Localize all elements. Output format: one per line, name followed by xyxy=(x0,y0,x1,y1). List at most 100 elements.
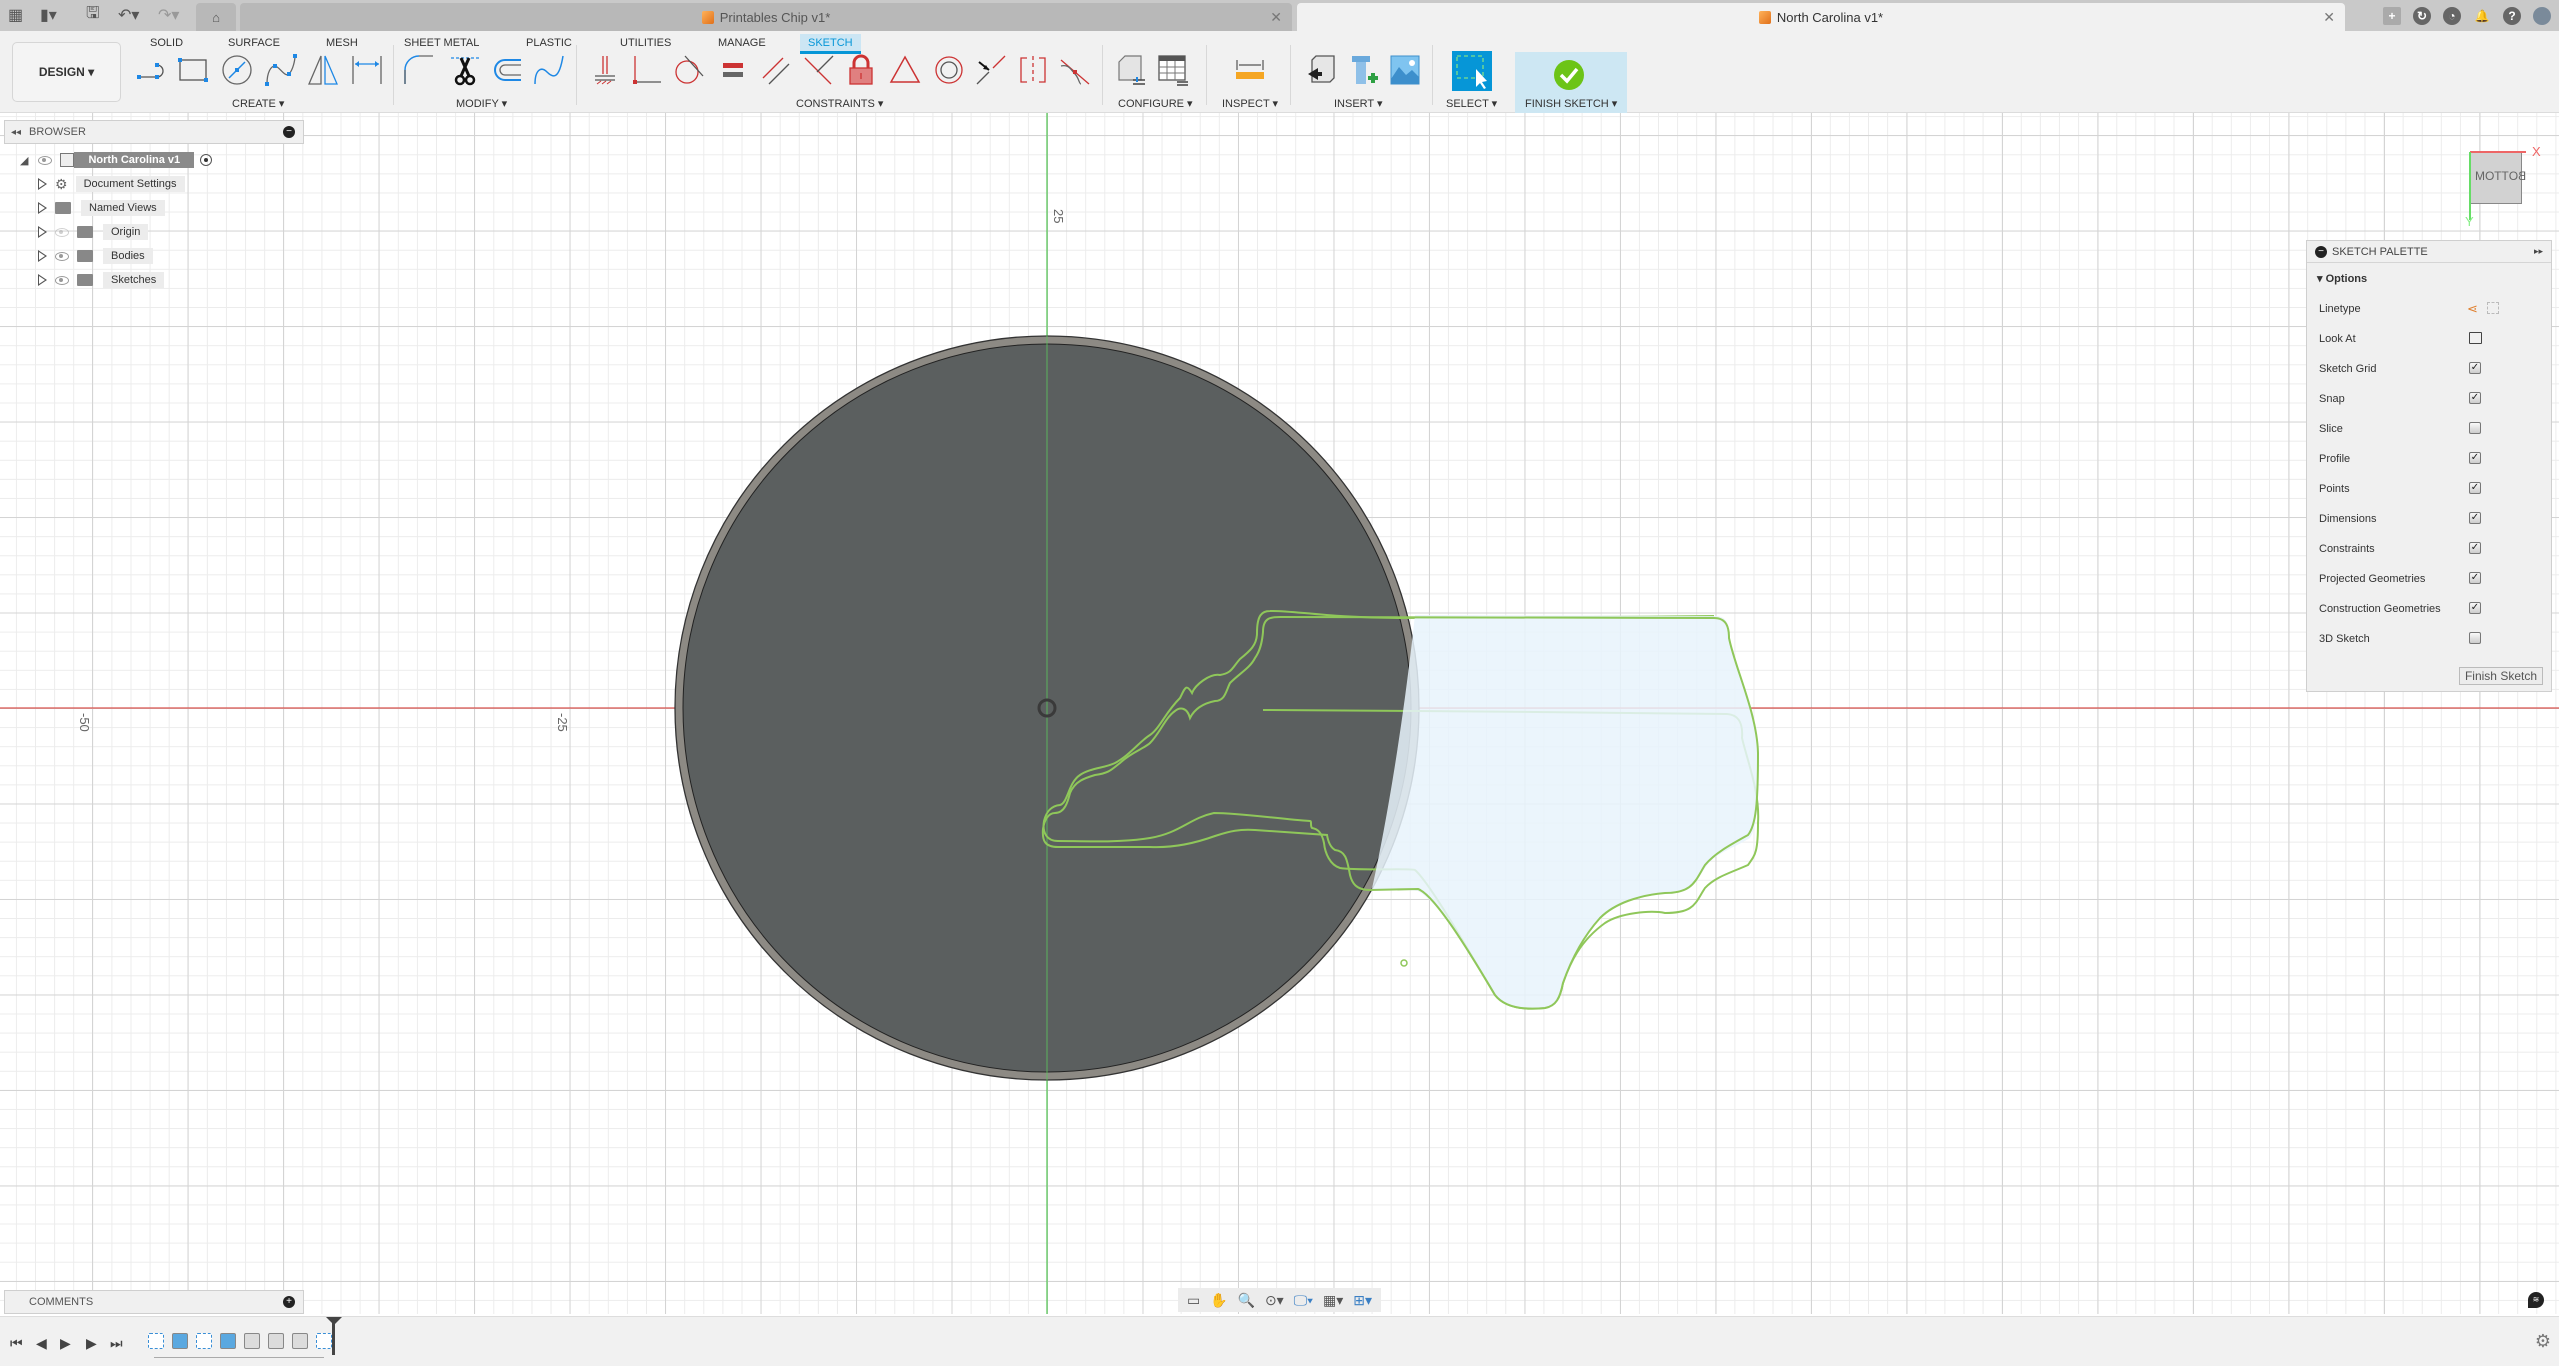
workspace-switcher[interactable]: DESIGN ▾ xyxy=(12,42,121,102)
look-at-nav-icon[interactable]: ▭ xyxy=(1187,1292,1200,1309)
timeline-last-icon[interactable]: ⏭ xyxy=(110,1335,123,1352)
tangent-constraint[interactable] xyxy=(672,53,706,87)
browser-item-sketches[interactable]: Sketches xyxy=(38,270,165,290)
visibility-eye-icon[interactable] xyxy=(55,251,69,261)
option-checkbox[interactable]: ✓ xyxy=(2469,542,2481,554)
timeline-feature-extrude-icon[interactable] xyxy=(220,1333,236,1349)
finish-sketch-icon-wrap[interactable] xyxy=(1552,58,1586,92)
add-comment-icon[interactable]: + xyxy=(283,1296,295,1308)
centerline-linetype-icon[interactable] xyxy=(2487,302,2499,314)
browser-item-document-settings[interactable]: ⚙ Document Settings xyxy=(38,174,185,194)
grid-settings-icon[interactable]: ▦▾ xyxy=(1323,1292,1343,1309)
rectangle-tool[interactable] xyxy=(176,53,210,87)
curvature-constraint[interactable] xyxy=(1058,53,1092,87)
chat-icon[interactable]: ≋ xyxy=(2528,1292,2544,1308)
option-checkbox[interactable]: ✓ xyxy=(2469,602,2481,614)
constraints-menu[interactable]: CONSTRAINTS ▾ xyxy=(796,97,883,110)
offset-tool[interactable] xyxy=(490,53,524,87)
timeline-feature-sketch-icon[interactable] xyxy=(316,1333,332,1349)
timeline-marker-head[interactable] xyxy=(326,1317,342,1325)
browser-item-origin[interactable]: Origin xyxy=(38,222,149,242)
palette-pin-icon[interactable]: − xyxy=(2315,245,2327,258)
line-tool[interactable] xyxy=(136,53,170,87)
options-section-toggle[interactable]: ▾ Options xyxy=(2317,271,2543,287)
timeline-feature-sketch-icon[interactable] xyxy=(196,1333,212,1349)
timeline-feature-extrude-icon[interactable] xyxy=(172,1333,188,1349)
save-icon[interactable]: 🖫 xyxy=(86,4,100,26)
insert-canvas-tool[interactable] xyxy=(1388,53,1422,87)
sketch-scale-tool[interactable] xyxy=(532,53,566,87)
tab-surface[interactable]: SURFACE xyxy=(228,34,280,52)
timeline-feature-chamfer-icon[interactable] xyxy=(292,1333,308,1349)
activate-radio-icon[interactable] xyxy=(200,154,213,166)
help-icon[interactable]: ? xyxy=(2503,7,2521,25)
midpoint-constraint[interactable] xyxy=(888,53,922,87)
profile-avatar[interactable] xyxy=(2533,7,2551,25)
collapse-triangle-icon[interactable]: ◢ xyxy=(20,154,28,167)
select-tool[interactable] xyxy=(1452,51,1492,91)
equal-constraint[interactable] xyxy=(716,53,750,87)
fillet-tool[interactable] xyxy=(402,53,436,87)
spline-tool[interactable] xyxy=(264,53,298,87)
timeline-next-icon[interactable]: ▶︎ xyxy=(86,1335,97,1352)
configuration-table-tool[interactable] xyxy=(1156,53,1190,87)
inspect-menu[interactable]: INSPECT ▾ xyxy=(1222,97,1278,110)
fit-icon[interactable]: ⊙▾ xyxy=(1265,1292,1284,1309)
expand-triangle-icon[interactable] xyxy=(38,178,47,190)
lock-constraint[interactable] xyxy=(844,53,878,87)
circle-tool[interactable] xyxy=(220,53,254,87)
browser-root-item[interactable]: ◢ North Carolina v1 xyxy=(20,150,213,170)
visibility-eye-hidden-icon[interactable] xyxy=(55,227,69,237)
timeline-previous-icon[interactable]: ◀ xyxy=(36,1335,47,1352)
insert-menu[interactable]: INSERT ▾ xyxy=(1334,97,1383,110)
expand-triangle-icon[interactable] xyxy=(38,202,47,214)
create-menu[interactable]: CREATE ▾ xyxy=(232,97,284,110)
measure-tool[interactable] xyxy=(1233,53,1267,87)
timeline-feature-fillet-icon[interactable] xyxy=(268,1333,284,1349)
palette-expand-icon[interactable]: ▸▸ xyxy=(2534,246,2543,257)
insert-derive-tool[interactable] xyxy=(1304,53,1338,87)
option-checkbox[interactable] xyxy=(2469,422,2481,434)
option-checkbox[interactable]: ✓ xyxy=(2469,362,2481,374)
timeline-feature-sketch-icon[interactable] xyxy=(148,1333,164,1349)
browser-item-named-views[interactable]: Named Views xyxy=(38,198,165,218)
option-checkbox[interactable]: ✓ xyxy=(2469,482,2481,494)
tab-plastic[interactable]: PLASTIC xyxy=(526,34,572,52)
parallel-constraint[interactable] xyxy=(760,53,794,87)
look-at-icon[interactable] xyxy=(2469,332,2482,344)
change-parameters-tool[interactable] xyxy=(1114,53,1148,87)
select-menu[interactable]: SELECT ▾ xyxy=(1446,97,1497,110)
option-checkbox[interactable] xyxy=(2469,632,2481,644)
pan-icon[interactable]: ✋ xyxy=(1210,1292,1227,1309)
viewports-icon[interactable]: ⊞▾ xyxy=(1353,1292,1372,1309)
document-tab-north-carolina[interactable]: North Carolina v1* ✕ xyxy=(1297,3,2345,31)
option-checkbox[interactable]: ✓ xyxy=(2469,392,2481,404)
modify-menu[interactable]: MODIFY ▾ xyxy=(456,97,507,110)
visibility-eye-icon[interactable] xyxy=(55,275,69,285)
fix-constraint[interactable] xyxy=(588,53,622,87)
collinear-constraint[interactable] xyxy=(974,53,1008,87)
option-checkbox[interactable]: ✓ xyxy=(2469,512,2481,524)
redo-icon[interactable]: ↷▾ xyxy=(158,4,179,26)
construction-linetype-icon[interactable]: ⋖ xyxy=(2467,301,2478,317)
close-tab-icon[interactable]: ✕ xyxy=(2323,9,2335,26)
zoom-icon[interactable]: 🔍 xyxy=(1238,1292,1255,1309)
display-settings-icon[interactable]: 🖵▾ xyxy=(1294,1292,1313,1309)
undo-icon[interactable]: ↶▾ xyxy=(118,4,139,26)
expand-triangle-icon[interactable] xyxy=(38,250,47,262)
job-status-icon[interactable]: ◔ xyxy=(2443,7,2461,25)
tab-mesh[interactable]: MESH xyxy=(326,34,358,52)
tab-utilities[interactable]: UTILITIES xyxy=(620,34,671,52)
timeline-feature-fillet-icon[interactable] xyxy=(244,1333,260,1349)
home-tab[interactable]: ⌂ xyxy=(196,3,236,31)
notifications-icon[interactable]: 🔔 xyxy=(2473,7,2491,25)
timeline-first-icon[interactable]: ⏮ xyxy=(10,1335,23,1352)
option-checkbox[interactable]: ✓ xyxy=(2469,572,2481,584)
browser-pin-icon[interactable]: − xyxy=(283,126,295,138)
visibility-eye-icon[interactable] xyxy=(38,155,53,165)
insert-mcmaster-tool[interactable] xyxy=(1346,53,1380,87)
close-tab-icon[interactable]: ✕ xyxy=(1270,9,1282,26)
symmetry-constraint[interactable] xyxy=(1016,53,1050,87)
tab-solid[interactable]: SOLID xyxy=(150,34,183,52)
profile-fill-region[interactable] xyxy=(1372,615,1758,1009)
